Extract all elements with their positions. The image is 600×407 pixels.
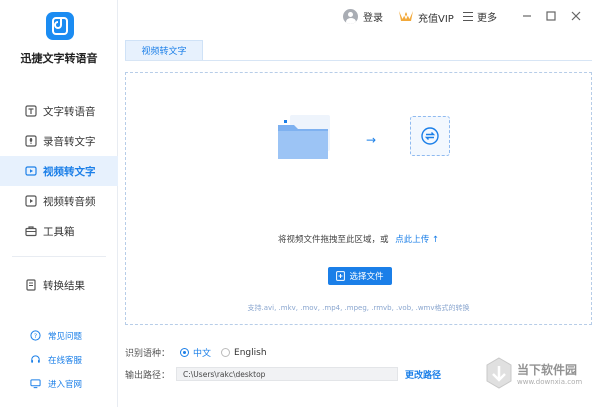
file-drop-area[interactable]: → 将视频文件拖拽至此区域，或 点此上传 ↑ 选择文件 支持.avi, .mkv…	[125, 72, 592, 325]
video-icon	[24, 165, 37, 178]
video-audio-icon	[24, 195, 37, 208]
file-add-icon	[336, 271, 346, 281]
watermark-url: www.downxia.com	[517, 377, 583, 386]
maximize-icon	[546, 11, 556, 21]
radio-chinese[interactable]	[180, 348, 190, 357]
output-path-field[interactable]	[176, 367, 399, 381]
sidebar-item-label: 视频转文字	[43, 165, 96, 178]
sidebar-item-label: 工具箱	[43, 225, 75, 238]
minimize-icon	[523, 15, 531, 17]
avatar-icon	[343, 9, 358, 24]
sidebar-item-text-to-speech[interactable]: 文字转语音	[0, 96, 118, 126]
choose-file-label: 选择文件	[349, 272, 384, 282]
online-support-link[interactable]: 在线客服	[0, 348, 118, 372]
maximize-button[interactable]	[544, 9, 558, 23]
app-name: 迅捷文字转语音	[20, 52, 98, 65]
sidebar-item-label: 转换结果	[43, 279, 85, 292]
folder-icon	[276, 113, 338, 166]
tab-video-to-text[interactable]: 视频转文字	[125, 40, 203, 60]
close-icon	[571, 11, 581, 21]
choose-file-button[interactable]: 选择文件	[328, 267, 392, 285]
vip-label: 充值VIP	[418, 13, 454, 25]
minimize-button[interactable]	[520, 9, 534, 23]
more-label: 更多	[477, 13, 497, 24]
arrow-right-icon: →	[366, 133, 377, 147]
radio-english[interactable]	[221, 348, 231, 357]
online-support-label: 在线客服	[48, 356, 83, 366]
watermark-name: 当下软件园	[517, 362, 578, 377]
login-button[interactable]: 登录	[343, 9, 383, 24]
login-label: 登录	[363, 13, 383, 24]
more-menu-button[interactable]: 更多	[463, 9, 497, 24]
sidebar-help-links: ? 常见问题 在线客服 进入官网	[0, 324, 118, 396]
tab-underline	[125, 60, 592, 61]
question-icon: ?	[30, 330, 42, 342]
crown-icon	[398, 9, 414, 25]
drop-hint-text: 将视频文件拖拽至此区域，或	[277, 235, 389, 245]
faq-label: 常见问题	[48, 332, 83, 342]
sidebar-item-label: 文字转语音	[43, 105, 96, 118]
watermark-logo-icon	[486, 357, 512, 389]
supported-formats: 支持.avi, .mkv, .mov, .mp4, .mpeg, .rmvb, …	[247, 304, 470, 312]
output-path-setting: 输出路径： 更改路径	[125, 367, 441, 381]
sidebar-result-section: 转换结果	[0, 270, 118, 300]
headset-icon	[30, 354, 42, 366]
language-option-english[interactable]: English	[234, 348, 267, 358]
sidebar-item-label: 录音转文字	[43, 135, 96, 148]
document-icon	[24, 279, 37, 292]
sidebar-item-label: 视频转音频	[43, 195, 96, 208]
sidebar-nav: 文字转语音 录音转文字 视频转文字 视频转音频 工具箱	[0, 96, 118, 246]
svg-text:?: ?	[34, 332, 37, 340]
text-speech-icon	[24, 105, 37, 118]
upload-link-label: 点此上传	[395, 235, 430, 245]
sidebar-item-results[interactable]: 转换结果	[0, 270, 118, 300]
sidebar-item-toolbox[interactable]: 工具箱	[0, 216, 118, 246]
language-option-chinese[interactable]: 中文	[193, 346, 211, 359]
tab-label: 视频转文字	[141, 47, 187, 57]
sidebar-item-recording-to-text[interactable]: 录音转文字	[0, 126, 118, 156]
toolbox-icon	[24, 225, 37, 238]
faq-link[interactable]: ? 常见问题	[0, 324, 118, 348]
change-path-button[interactable]: 更改路径	[405, 368, 441, 381]
upload-link[interactable]: 点此上传 ↑	[395, 235, 439, 245]
sidebar: 迅捷文字转语音 文字转语音 录音转文字 视频转文字 视频转音频 工具箱 转换结果…	[0, 0, 118, 407]
menu-icon	[463, 12, 473, 21]
drop-hint: 将视频文件拖拽至此区域，或 点此上传 ↑	[126, 233, 591, 245]
output-path-label: 输出路径：	[125, 370, 171, 381]
monitor-icon	[30, 378, 42, 390]
official-site-link[interactable]: 进入官网	[0, 372, 118, 396]
sidebar-divider	[12, 256, 106, 257]
watermark: 当下软件园 www.downxia.com	[484, 356, 582, 390]
sidebar-item-video-to-text[interactable]: 视频转文字	[0, 156, 118, 186]
mic-icon	[24, 135, 37, 148]
vip-button[interactable]: 充值VIP	[398, 9, 454, 25]
arrow-up-icon: ↑	[431, 235, 440, 245]
convert-icon	[410, 116, 450, 156]
sidebar-item-video-to-audio[interactable]: 视频转音频	[0, 186, 118, 216]
language-setting: 识别语种： 中文 English	[125, 346, 267, 360]
app-logo-icon	[46, 12, 74, 40]
close-button[interactable]	[569, 9, 583, 23]
official-site-label: 进入官网	[48, 380, 83, 390]
language-label: 识别语种：	[125, 349, 171, 359]
top-bar: 登录 充值VIP 更多	[118, 0, 600, 34]
